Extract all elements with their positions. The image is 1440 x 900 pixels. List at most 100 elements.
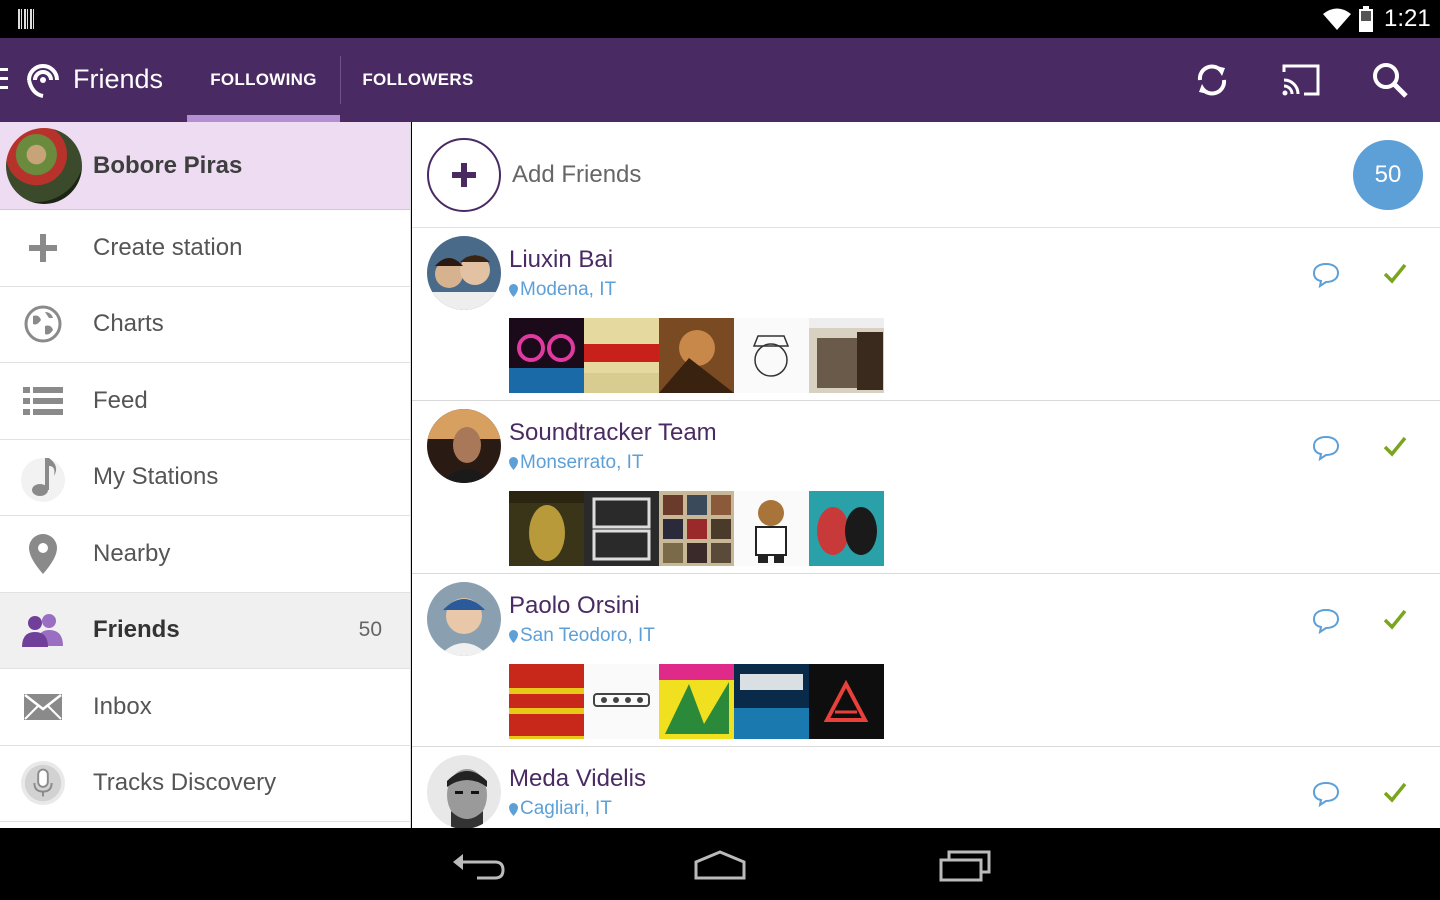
friend-location-text: San Teodoro, IT xyxy=(520,625,655,646)
following-check-icon[interactable] xyxy=(1382,779,1408,805)
status-bar: 1:21 xyxy=(0,0,1440,38)
add-friends-button[interactable] xyxy=(427,138,501,212)
drawer-item-label: My Stations xyxy=(93,463,219,491)
tab-following-label: FOLLOWING xyxy=(210,70,317,89)
drawer-item-create-station[interactable]: Create station xyxy=(0,210,410,287)
tab-followers[interactable]: FOLLOWERS xyxy=(342,38,494,122)
search-icon xyxy=(1373,63,1408,98)
recent-apps-icon[interactable] xyxy=(935,848,995,884)
friend-name[interactable]: Soundtracker Team xyxy=(509,419,717,447)
chat-icon[interactable] xyxy=(1312,781,1340,807)
drawer-item-friends[interactable]: Friends 50 xyxy=(0,592,410,669)
avatar[interactable] xyxy=(427,755,501,828)
cast-button[interactable] xyxy=(1277,56,1325,104)
avatar[interactable] xyxy=(427,582,501,656)
album-cover[interactable] xyxy=(509,491,584,566)
location-pin-icon xyxy=(509,802,518,816)
recent-album-covers xyxy=(509,491,884,566)
friend-location: Monserrato, IT xyxy=(509,452,644,474)
add-friends-label: Add Friends xyxy=(512,161,642,188)
album-cover[interactable] xyxy=(509,664,584,739)
chat-icon[interactable] xyxy=(1312,262,1340,288)
drawer-item-label: Tracks Discovery xyxy=(93,769,277,797)
add-friends-row[interactable]: Add Friends 50 xyxy=(412,122,1440,228)
location-pin-icon xyxy=(509,283,518,297)
location-pin-icon xyxy=(509,456,518,470)
list-item[interactable]: Liuxin Bai Modena, IT xyxy=(412,228,1440,401)
search-button[interactable] xyxy=(1366,56,1414,104)
friends-count: 50 xyxy=(358,618,382,642)
recent-album-covers xyxy=(509,664,884,739)
location-pin-icon xyxy=(509,629,518,643)
friend-location: Cagliari, IT xyxy=(509,798,612,820)
friends-icon xyxy=(22,614,63,648)
page-title: Friends xyxy=(73,64,164,94)
recent-album-covers xyxy=(509,318,884,393)
profile-name: Bobore Piras xyxy=(93,152,243,179)
friend-name[interactable]: Paolo Orsini xyxy=(509,592,640,620)
album-cover[interactable] xyxy=(809,491,884,566)
drawer-item-nearby[interactable]: Nearby xyxy=(0,516,410,593)
chat-icon[interactable] xyxy=(1312,435,1340,461)
location-pin-icon xyxy=(29,533,57,574)
friends-count-badge: 50 xyxy=(1353,140,1423,210)
following-check-icon[interactable] xyxy=(1382,606,1408,632)
drawer-item-my-stations[interactable]: My Stations xyxy=(0,440,410,516)
refresh-button[interactable] xyxy=(1188,56,1236,104)
drawer-item-label: Inbox xyxy=(93,692,152,720)
list-item[interactable]: Meda Videlis Cagliari, IT xyxy=(412,747,1440,828)
app-logo-icon[interactable] xyxy=(22,60,64,100)
list-icon xyxy=(23,386,63,415)
album-cover[interactable] xyxy=(584,491,659,566)
album-cover[interactable] xyxy=(734,491,809,566)
friend-location-text: Modena, IT xyxy=(520,279,617,300)
drawer-item-feed[interactable]: Feed xyxy=(0,363,410,440)
avatar[interactable] xyxy=(6,128,82,204)
drawer-item-charts[interactable]: Charts xyxy=(0,287,410,363)
friend-name[interactable]: Meda Videlis xyxy=(509,765,646,793)
profile-header[interactable]: Bobore Piras xyxy=(0,122,410,210)
album-cover[interactable] xyxy=(659,491,734,566)
wifi-icon xyxy=(1323,8,1351,30)
drawer-item-inbox[interactable]: Inbox xyxy=(0,669,410,746)
navigation-drawer: Bobore Piras Create station Charts Feed xyxy=(0,122,411,828)
chat-icon[interactable] xyxy=(1312,608,1340,634)
album-cover[interactable] xyxy=(659,318,734,393)
plus-icon xyxy=(452,163,476,187)
microphone-icon xyxy=(20,761,66,806)
following-check-icon[interactable] xyxy=(1382,260,1408,286)
drawer-item-tracks-discovery[interactable]: Tracks Discovery xyxy=(0,746,410,822)
album-cover[interactable] xyxy=(734,318,809,393)
avatar[interactable] xyxy=(427,409,501,483)
album-cover[interactable] xyxy=(509,318,584,393)
drawer-item-label: Create station xyxy=(93,233,243,261)
friend-name[interactable]: Liuxin Bai xyxy=(509,246,613,274)
tab-following[interactable]: FOLLOWING xyxy=(187,38,340,122)
app-bar: Friends FOLLOWING FOLLOWERS xyxy=(0,38,1440,122)
drawer-menu-icon[interactable] xyxy=(0,68,8,90)
album-cover[interactable] xyxy=(584,318,659,393)
clock: 1:21 xyxy=(1384,5,1431,32)
tab-divider xyxy=(340,56,341,104)
avatar[interactable] xyxy=(427,236,501,310)
cast-icon xyxy=(1282,64,1320,96)
drawer-item-label: Friends xyxy=(93,616,180,644)
home-icon[interactable] xyxy=(690,848,750,884)
list-item[interactable]: Paolo Orsini San Teodoro, IT xyxy=(412,574,1440,747)
notification-barcode-icon xyxy=(18,9,36,29)
drawer-item-label: Nearby xyxy=(93,539,171,567)
friend-location-text: Cagliari, IT xyxy=(520,798,612,819)
friend-location-text: Monserrato, IT xyxy=(520,452,644,473)
album-cover[interactable] xyxy=(584,664,659,739)
drawer-item-label: Feed xyxy=(93,386,148,414)
list-item[interactable]: Soundtracker Team Monserrato, IT xyxy=(412,401,1440,574)
following-check-icon[interactable] xyxy=(1382,433,1408,459)
album-cover[interactable] xyxy=(659,664,734,739)
album-cover[interactable] xyxy=(809,664,884,739)
album-cover[interactable] xyxy=(809,318,884,393)
back-icon[interactable] xyxy=(447,848,507,884)
globe-icon xyxy=(24,305,62,343)
refresh-icon xyxy=(1197,64,1227,96)
album-cover[interactable] xyxy=(734,664,809,739)
drawer-item-label: Charts xyxy=(93,310,164,338)
